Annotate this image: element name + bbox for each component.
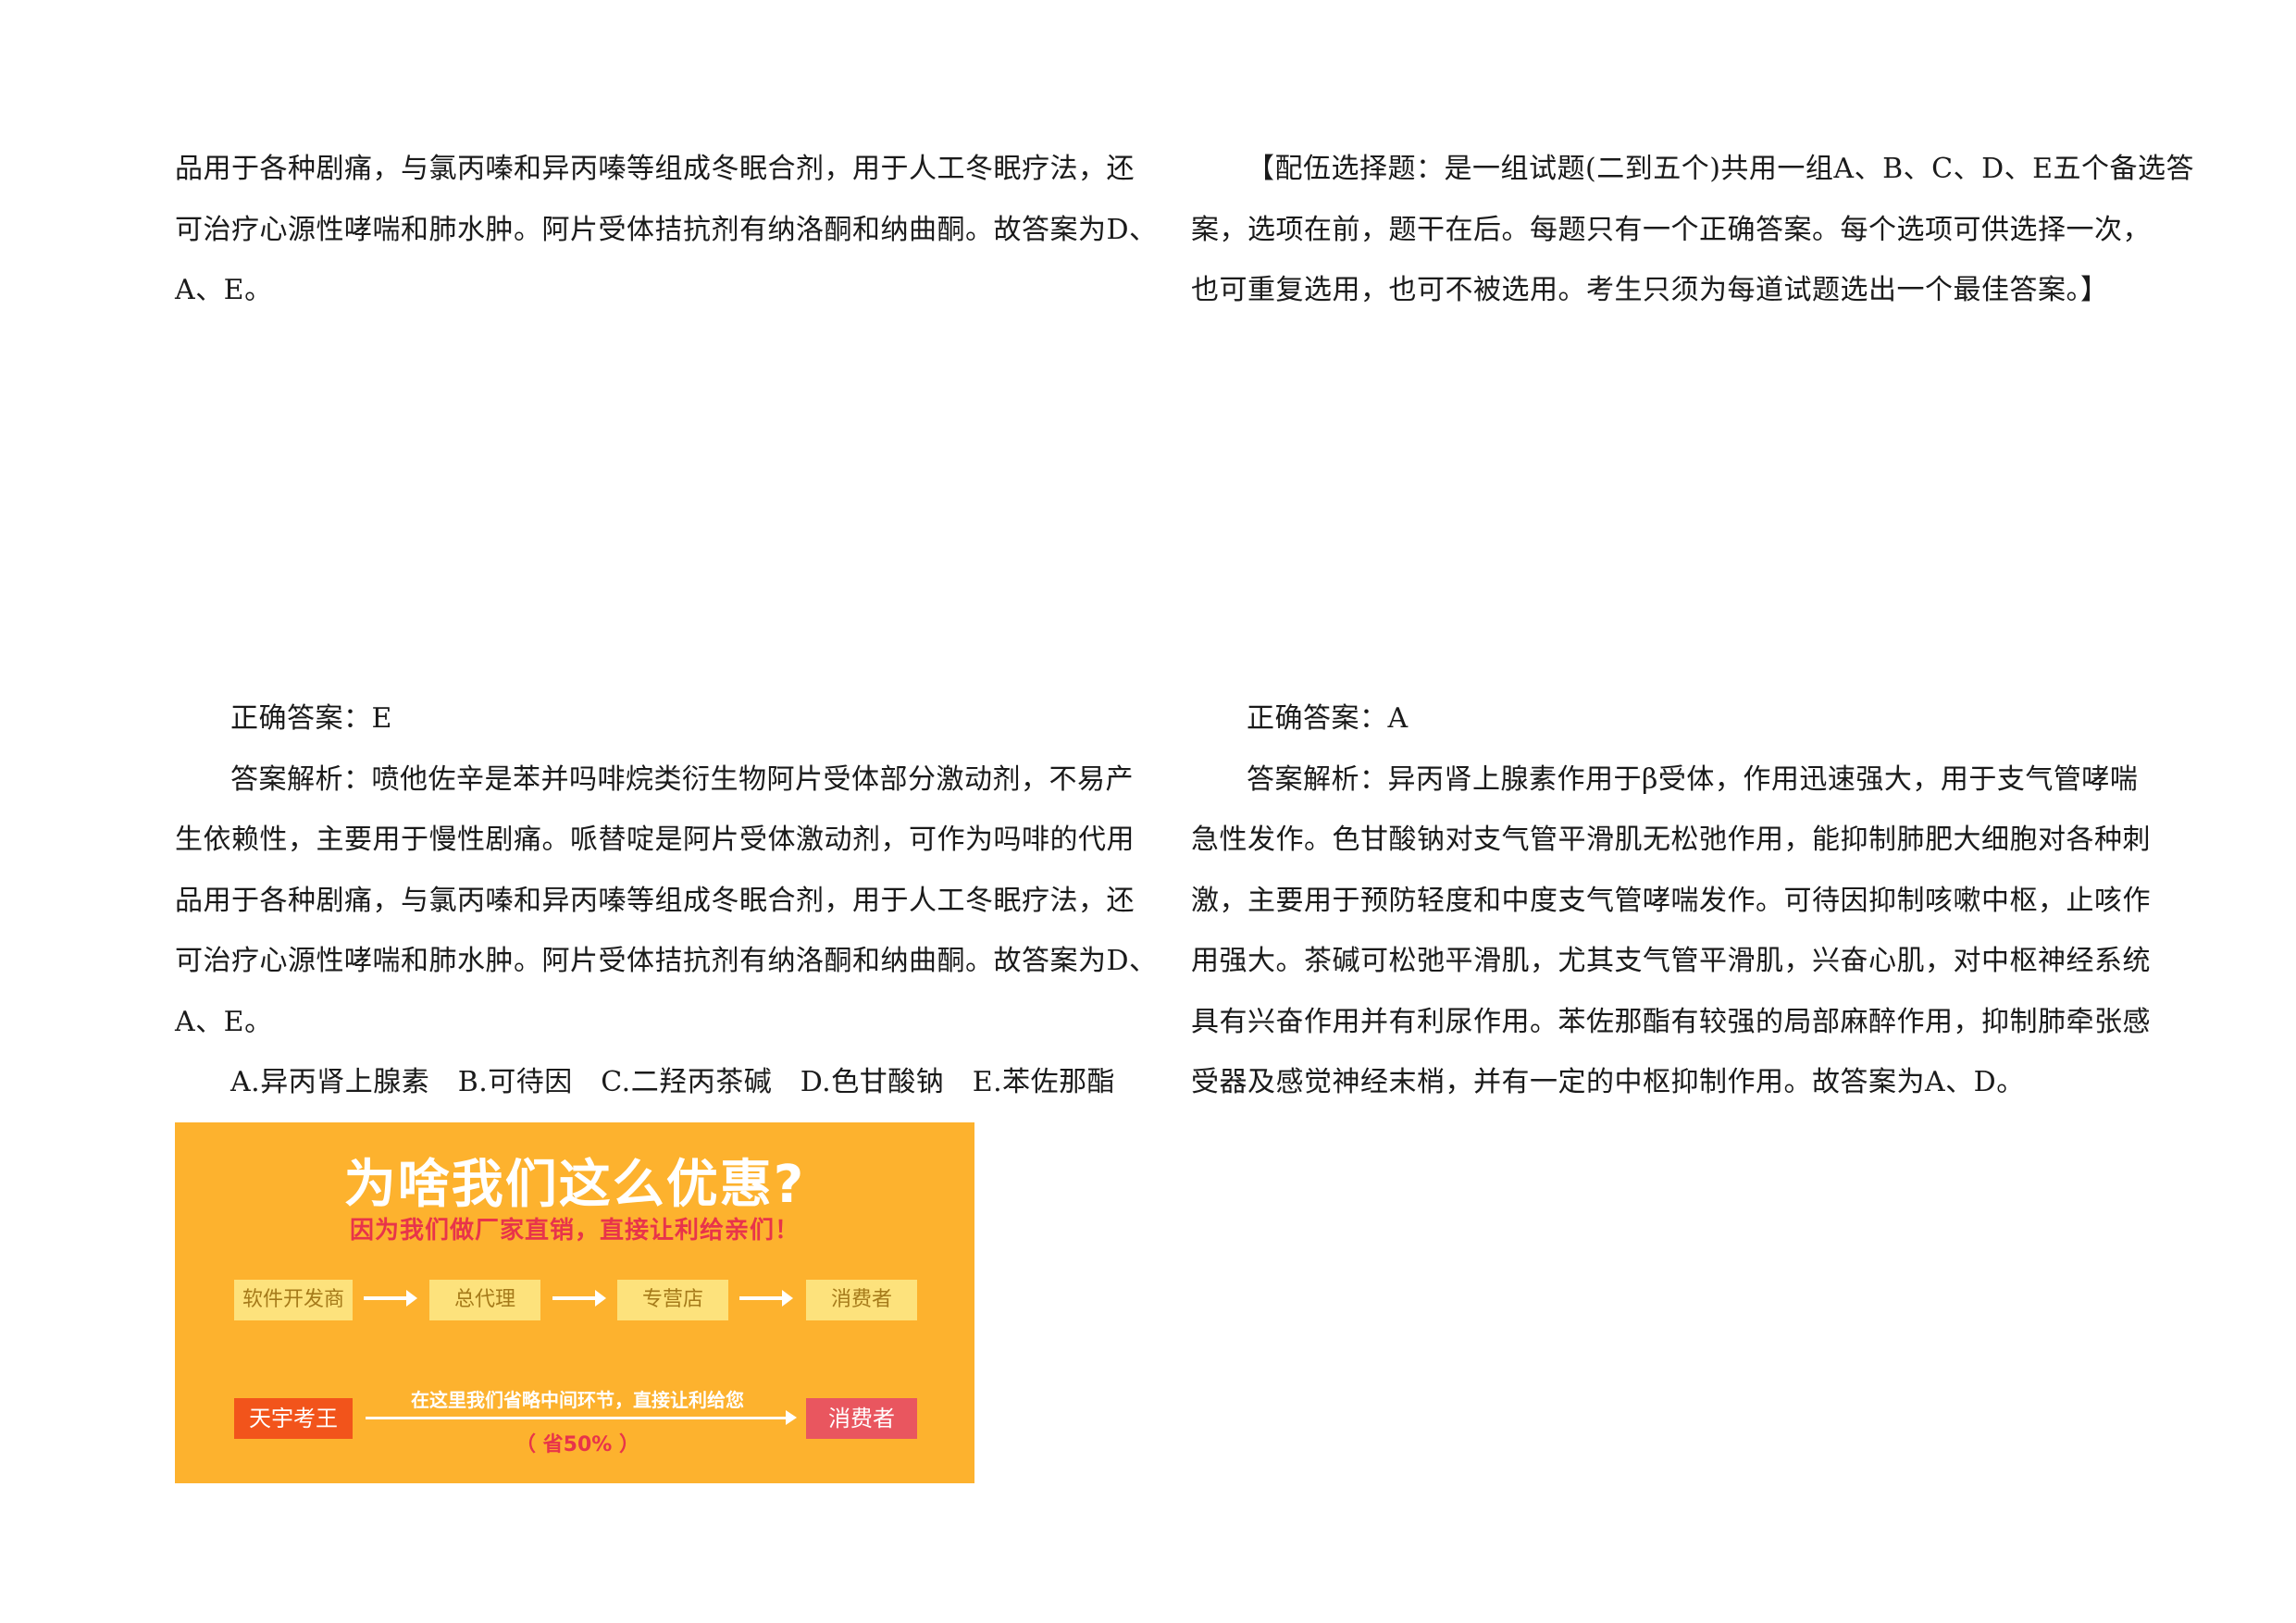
arrow-right-icon [739,1290,793,1307]
explanation-line: 急性发作。色甘酸钠对支气管平滑肌无松弛作用，能抑制肺肥大细胞对各种刺 [1191,824,2151,856]
savings-text: （ 省50% ） [515,1433,639,1456]
promo-banner[interactable]: 为啥我们这么优惠? 因为我们做厂家直销，直接让利给亲们！ 软件开发商 总代理 专… [175,1122,974,1483]
explanation-line: 品用于各种剧痛，与氯丙嗪和异丙嗪等组成冬眠合剂，用于人工冬眠疗法，还 [175,884,1135,917]
direct-sale-text: 在这里我们省略中间环节，直接让利给您 [411,1389,744,1411]
explanation-line: 生依赖性，主要用于慢性剧痛。哌替啶是阿片受体激动剂，可作为吗啡的代用 [175,824,1135,856]
flow-step-consumer: 消费者 [806,1280,917,1320]
explanation-line: 受器及感觉神经末梢，并有一定的中枢抑制作用。故答案为A、D。 [1191,1066,2025,1098]
instructions-line: 【配伍选择题：是一组试题(二到五个)共用一组A、B、C、D、E五个备选答 [1247,153,2195,185]
instructions-line: 也可重复选用，也可不被选用。考生只须为每道试题选出一个最佳答案。】 [1191,274,2109,306]
explanation-line: 具有兴奋作用并有利尿作用。苯佐那酯有较强的局部麻醉作用，抑制肺牵张感 [1191,1005,2151,1038]
text-line: 品用于各种剧痛，与氯丙嗪和异丙嗪等组成冬眠合剂，用于人工冬眠疗法，还 [175,153,1135,185]
correct-answer: 正确答案：E [230,702,392,735]
explanation-line: 激，主要用于预防轻度和中度支气管哮喘发作。可待因抑制咳嗽中枢，止咳作 [1191,884,2151,917]
explanation-line: 用强大。茶碱可松弛平滑肌，尤其支气管平滑肌，兴奋心肌，对中枢神经系统 [1191,945,2151,977]
banner-title: 为啥我们这么优惠? [343,1155,806,1215]
left-answer-block: 正确答案：E 答案解析：喷他佐辛是苯并吗啡烷类衍生物阿片受体部分激动剂，不易产 … [175,688,1158,1113]
consumer-badge: 消费者 [806,1398,917,1439]
flow-step-developer: 软件开发商 [234,1280,353,1320]
left-top-paragraph: 品用于各种剧痛，与氯丙嗪和异丙嗪等组成冬眠合剂，用于人工冬眠疗法，还 可治疗心源… [175,139,1158,321]
explanation-line: 可治疗心源性哮喘和肺水肿。阿片受体拮抗剂有纳洛酮和纳曲酮。故答案为D、 [175,945,1158,977]
right-top-paragraph: 【配伍选择题：是一组试题(二到五个)共用一组A、B、C、D、E五个备选答 案，选… [1191,139,2194,321]
correct-answer: 正确答案：A [1247,702,1409,735]
brand-badge: 天宇考王 [234,1398,353,1439]
flow-step-agent: 总代理 [429,1280,540,1320]
arrow-right-icon [364,1290,417,1307]
long-arrow-right-icon [366,1410,797,1425]
instructions-line: 案，选项在前，题干在后。每题只有一个正确答案。每个选项可供选择一次， [1191,213,2151,246]
banner-subtitle: 因为我们做厂家直销，直接让利给亲们！ [349,1217,800,1245]
explanation-line: 答案解析：异丙肾上腺素作用于β受体，作用迅速强大，用于支气管哮喘 [1247,762,2139,796]
options-line: A.异丙肾上腺素 B.可待因 C.二羟丙茶碱 D.色甘酸钠 E.苯佐那酯 [230,1066,1116,1098]
explanation-line: 答案解析：喷他佐辛是苯并吗啡烷类衍生物阿片受体部分激动剂，不易产 [230,762,1134,796]
explanation-line: A、E。 [175,1005,273,1038]
flow-step-store: 专营店 [617,1280,728,1320]
arrow-right-icon [552,1290,606,1307]
text-line: A、E。 [175,274,273,306]
right-answer-block: 正确答案：A 答案解析：异丙肾上腺素作用于β受体，作用迅速强大，用于支气管哮喘 … [1191,688,2151,1113]
text-line: 可治疗心源性哮喘和肺水肿。阿片受体拮抗剂有纳洛酮和纳曲酮。故答案为D、 [175,213,1158,246]
